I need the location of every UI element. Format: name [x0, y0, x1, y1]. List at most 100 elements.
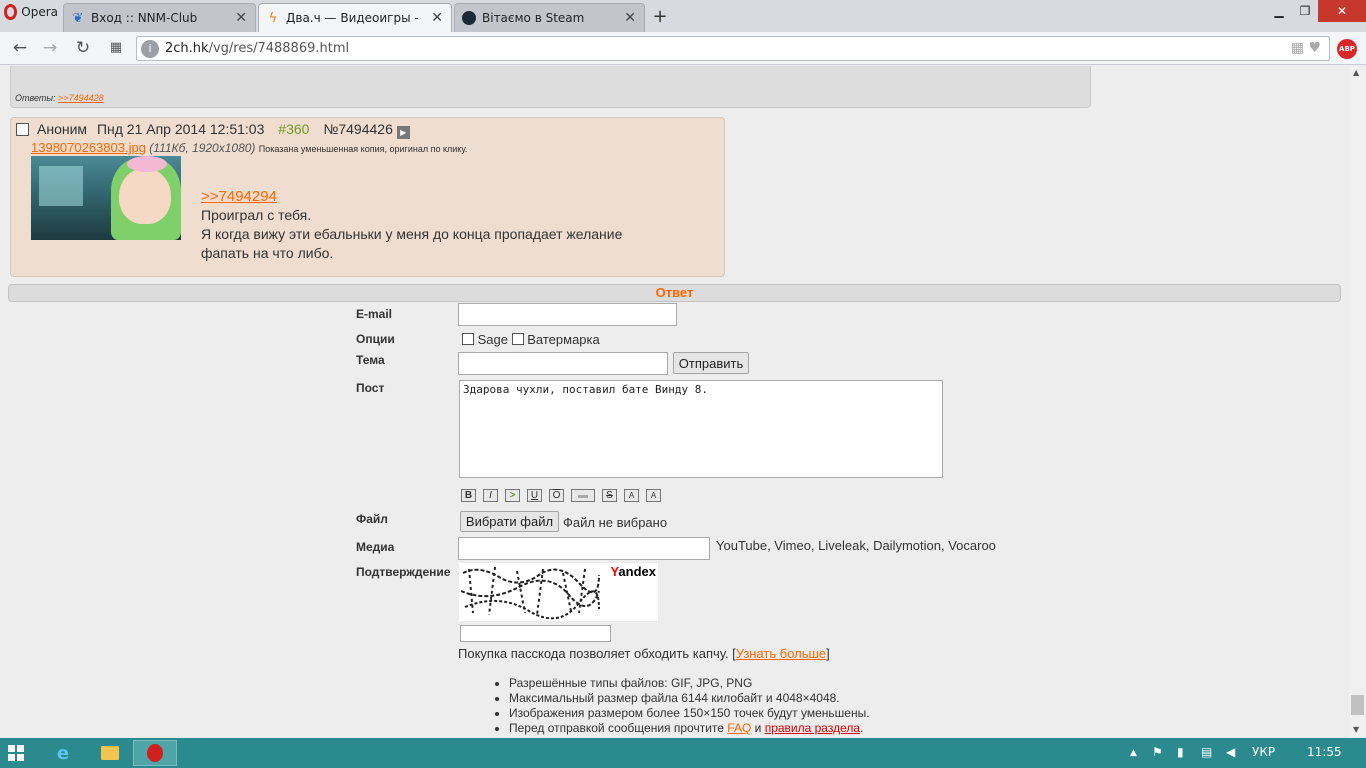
tab-title: Вітаємо в Steam — [482, 11, 585, 25]
file-label: Файл — [356, 512, 388, 526]
faq-link[interactable]: FAQ — [727, 721, 751, 735]
new-tab-button[interactable]: + — [651, 6, 669, 27]
butterfly-icon: ❦ — [72, 10, 84, 26]
window-close-button[interactable]: ✕ — [1318, 0, 1366, 22]
file-info: 1398070263803.jpg (111Кб, 1920x1080) Пок… — [31, 140, 467, 155]
opera-menu-label: Opera — [21, 5, 58, 19]
post-line: Я когда вижу эти ебальньки у меня до кон… — [201, 226, 623, 242]
tray-chevron-icon[interactable]: ▲ — [1130, 748, 1137, 758]
options-label: Опции — [356, 332, 395, 346]
post-replies: Ответы: >>7494428 — [15, 93, 104, 103]
subscript-button[interactable]: A — [646, 489, 661, 502]
post-index[interactable]: #360 — [278, 121, 309, 137]
reload-icon[interactable]: ↻ — [73, 38, 93, 58]
italic-button[interactable]: I — [483, 489, 498, 502]
post-date: Пнд 21 Апр 2014 12:51:03 — [96, 121, 265, 137]
yandex-logo: Yandex — [610, 564, 656, 579]
close-icon[interactable]: ✕ — [624, 10, 636, 26]
post-number[interactable]: №7494426 — [323, 121, 393, 137]
captcha-label: Подтверждение — [356, 565, 451, 579]
sage-checkbox[interactable] — [462, 333, 474, 345]
minimize-button[interactable]: ▁ — [1266, 0, 1292, 22]
post-body: >>7494294 Проиграл с тебя. Я когда вижу … — [201, 187, 622, 263]
choose-file-button[interactable]: Вибрати файл — [460, 511, 559, 532]
scrollbar-thumb[interactable] — [1351, 695, 1364, 715]
email-field[interactable] — [458, 303, 677, 326]
subject-field[interactable] — [458, 352, 668, 375]
tab-2ch[interactable]: ϟ Два.ч — Видеоигры - ✕ — [258, 3, 452, 32]
opera-taskbar-icon[interactable] — [133, 740, 177, 766]
speed-dial-icon[interactable]: ▦ — [106, 40, 126, 55]
list-item: Изображения размером более 150×150 точек… — [509, 706, 870, 721]
post-image-thumbnail[interactable] — [31, 156, 181, 240]
watermark-checkbox[interactable] — [511, 333, 524, 345]
superscript-button[interactable]: A — [624, 489, 639, 502]
volume-icon[interactable]: ◀ — [1226, 745, 1235, 759]
file-link[interactable]: 1398070263803.jpg — [31, 140, 146, 155]
watermark-label: Ватермарка — [527, 332, 600, 347]
file-meta: (111Кб, 1920x1080) — [149, 141, 256, 155]
tab-steam[interactable]: Вітаємо в Steam ✕ — [454, 3, 645, 32]
spoiler-button[interactable]: ▬ — [571, 489, 595, 502]
post-author: Аноним — [37, 121, 88, 137]
board-rules-link[interactable]: правила раздела — [765, 721, 860, 735]
adblock-icon[interactable]: ABP — [1337, 39, 1357, 59]
tab-title: Два.ч — Видеоигры - — [286, 11, 419, 25]
language-indicator[interactable]: УКР — [1252, 745, 1275, 759]
file-explorer-icon[interactable] — [88, 740, 132, 766]
lightning-icon: ϟ — [268, 10, 278, 26]
scroll-down-icon[interactable]: ▼ — [1353, 725, 1359, 734]
windows-start-icon[interactable] — [8, 745, 24, 761]
list-item: Разрешённые типы файлов: GIF, JPG, PNG — [509, 676, 870, 691]
email-label: E-mail — [356, 307, 393, 321]
reply-link[interactable]: >>7494428 — [58, 93, 104, 103]
opera-menu-button[interactable]: Opera — [0, 0, 58, 24]
post-header: Аноним Пнд 21 Апр 2014 12:51:03 #360 №74… — [37, 121, 410, 139]
reply-link[interactable]: >>7494294 — [201, 188, 277, 205]
action-center-icon[interactable]: ⚑ — [1152, 745, 1163, 759]
tab-nnm-club[interactable]: ❦ Вход :: NNM-Club ✕ — [63, 3, 256, 32]
previous-post: Ответы: >>7494428 — [10, 66, 1091, 108]
rules-list: Разрешённые типы файлов: GIF, JPG, PNG М… — [497, 676, 870, 736]
back-arrow-icon[interactable]: ← — [10, 38, 30, 58]
page-scrollbar[interactable]: ▲ ▼ — [1349, 66, 1366, 738]
reply-form-header[interactable]: Ответ — [8, 284, 1341, 302]
overline-button[interactable]: O — [549, 489, 564, 502]
site-info-icon[interactable]: i — [141, 39, 159, 58]
captcha-input[interactable] — [460, 625, 611, 642]
restore-button[interactable]: ❐ — [1292, 0, 1318, 22]
strike-button[interactable]: S — [602, 489, 617, 502]
post-label: Пост — [356, 381, 385, 395]
quote-button[interactable]: > — [505, 489, 520, 502]
internet-explorer-icon[interactable]: e — [41, 740, 85, 766]
bold-button[interactable]: B — [461, 489, 476, 502]
captcha-image[interactable]: Yandex — [459, 563, 658, 621]
submit-button[interactable]: Отправить — [673, 352, 749, 374]
browser-toolbar: ← → ↻ ▦ i 2ch.hk/vg/res/7488869.html ▦ ♥… — [0, 32, 1366, 65]
opera-logo-icon — [4, 4, 18, 20]
windows-taskbar: e ▲ ⚑ ▮ ▤ ◀ УКР 11:55 — [0, 738, 1366, 768]
media-label: Медиа — [356, 540, 395, 554]
bookmark-heart-icon[interactable]: ▦ ♥ — [1291, 40, 1321, 56]
underline-button[interactable]: U — [527, 489, 542, 502]
post: Аноним Пнд 21 Апр 2014 12:51:03 #360 №74… — [10, 117, 725, 277]
address-bar[interactable]: i 2ch.hk/vg/res/7488869.html ▦ ♥ — [136, 36, 1330, 61]
passcode-note: Покупка пасскода позволяет обходить капч… — [458, 646, 830, 661]
post-textarea[interactable]: Здарова чухли, поставил бате Винду 8. — [459, 380, 943, 478]
network-icon[interactable]: ▤ — [1201, 745, 1212, 759]
close-icon[interactable]: ✕ — [431, 10, 443, 26]
learn-more-link[interactable]: Узнать больше — [736, 646, 826, 661]
clock[interactable]: 11:55 — [1307, 745, 1342, 759]
list-item: Максимальный размер файла 6144 килобайт … — [509, 691, 870, 706]
close-icon[interactable]: ✕ — [235, 10, 247, 26]
play-icon[interactable]: ▶ — [396, 126, 410, 139]
subject-label: Тема — [356, 353, 385, 367]
tab-title: Вход :: NNM-Club — [91, 11, 198, 25]
steam-icon — [461, 10, 477, 26]
battery-icon[interactable]: ▮ — [1177, 745, 1184, 759]
forward-arrow-icon[interactable]: → — [40, 38, 60, 58]
media-field[interactable] — [458, 537, 710, 560]
post-select-checkbox[interactable] — [16, 123, 29, 136]
scroll-up-icon[interactable]: ▲ — [1353, 68, 1359, 77]
media-services: YouTube, Vimeo, Liveleak, Dailymotion, V… — [716, 538, 996, 553]
